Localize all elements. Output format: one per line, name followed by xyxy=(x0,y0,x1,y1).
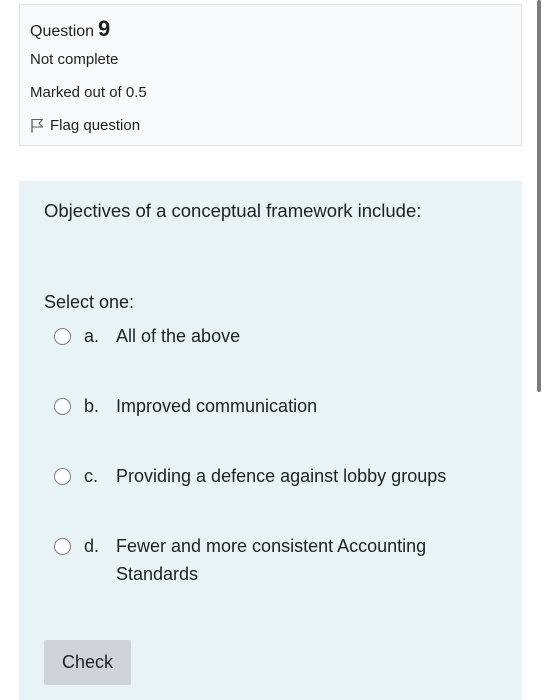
flag-question-link[interactable]: Flag question xyxy=(30,117,140,134)
question-label: Question xyxy=(30,23,95,40)
question-content: Objectives of a conceptual framework inc… xyxy=(19,181,522,700)
radio-button-b[interactable] xyxy=(54,398,71,415)
radio-button-a[interactable] xyxy=(54,328,71,345)
option-letter: a. xyxy=(84,326,100,346)
radio-button-d[interactable] xyxy=(54,538,71,555)
scrollbar[interactable] xyxy=(537,0,541,392)
answer-option-d[interactable]: d. Fewer and more consistent Accounting … xyxy=(54,532,476,588)
option-text: Fewer and more consistent Accounting Sta… xyxy=(116,536,427,584)
question-info-panel: Question 9 Not complete Marked out of 0.5… xyxy=(19,4,522,146)
radio-button-c[interactable] xyxy=(54,468,71,485)
answer-option-b[interactable]: b. Improved communication xyxy=(54,392,476,420)
option-text: Improved communication xyxy=(116,396,318,416)
flag-question-label: Flag question xyxy=(50,117,141,134)
question-number: 9 xyxy=(98,16,111,41)
option-text: All of the above xyxy=(116,326,241,346)
option-letter: d. xyxy=(84,536,100,556)
option-text: Providing a defence against lobby groups xyxy=(116,466,447,486)
answer-option-c[interactable]: c. Providing a defence against lobby gro… xyxy=(54,462,476,490)
question-title: Question 9 xyxy=(30,16,110,42)
option-letter: b. xyxy=(84,396,100,416)
option-letter: c. xyxy=(84,466,99,486)
select-one-prompt: Select one: xyxy=(44,292,135,312)
question-grade: Marked out of 0.5 xyxy=(30,84,147,101)
question-state: Not complete xyxy=(30,51,119,68)
answer-option-a[interactable]: a. All of the above xyxy=(54,322,476,350)
question-text: Objectives of a conceptual framework inc… xyxy=(44,200,422,221)
flag-icon xyxy=(31,118,44,133)
check-button[interactable]: Check xyxy=(44,640,131,685)
